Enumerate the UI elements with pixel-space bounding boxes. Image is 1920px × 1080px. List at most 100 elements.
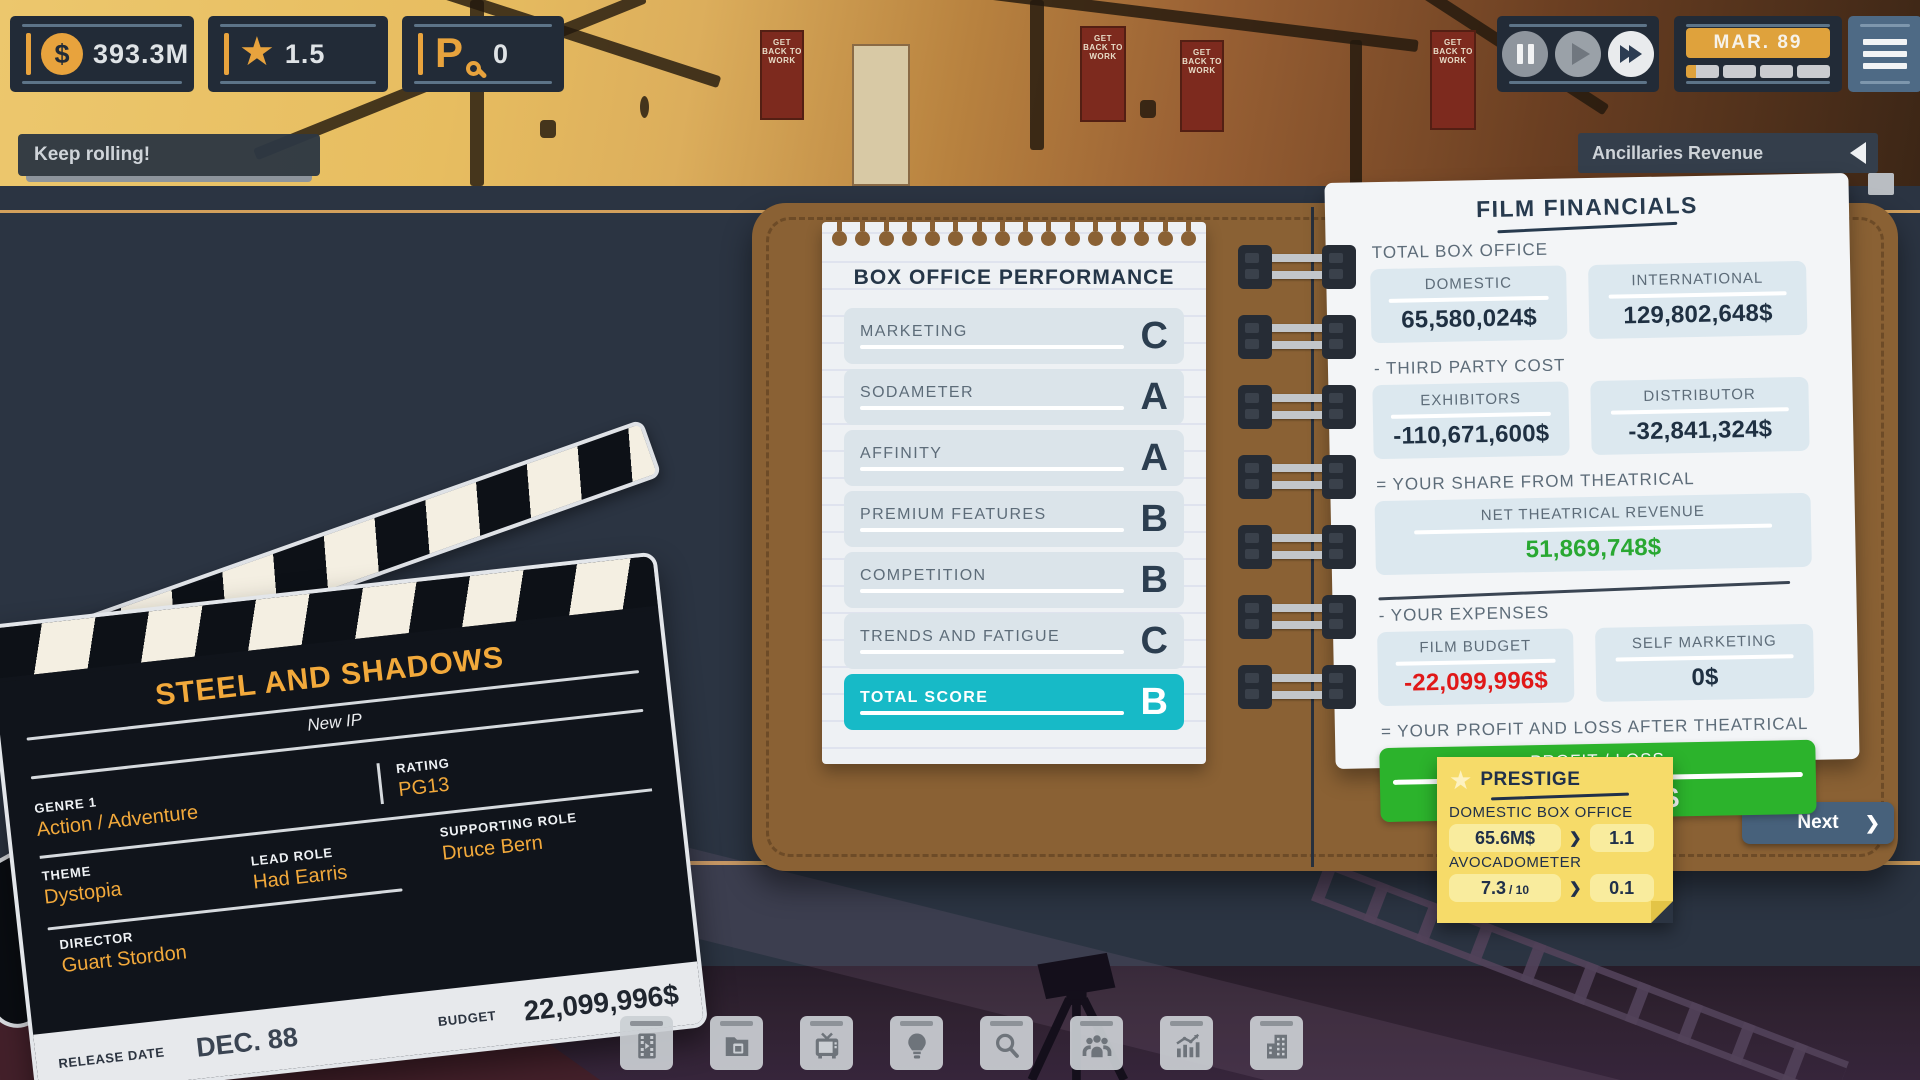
playback-controls — [1497, 16, 1659, 92]
exhibitors-label: EXHIBITORS — [1420, 390, 1522, 410]
search-icon — [995, 1033, 1019, 1058]
money-badge[interactable]: $ 393.3M — [10, 16, 194, 92]
film-budget-value: -22,099,996$ — [1403, 666, 1549, 697]
prestige-value: 1.5 — [284, 38, 326, 69]
badge-accent-bar — [224, 33, 229, 75]
binder-clip — [1238, 455, 1356, 499]
panel-scroll-thumb[interactable] — [1868, 173, 1894, 195]
building-icon — [1266, 1034, 1287, 1059]
release-date-value: DEC. 88 — [194, 1021, 300, 1063]
stats-button[interactable] — [1160, 1016, 1213, 1070]
self-marketing-value: 0$ — [1691, 663, 1719, 692]
tv-icon — [815, 1032, 838, 1059]
distributor-value: -32,841,324$ — [1628, 415, 1773, 446]
money-value: 393.3M — [93, 38, 190, 69]
ancillaries-revenue-header[interactable]: Ancillaries Revenue — [1578, 133, 1878, 173]
pause-button[interactable] — [1502, 31, 1548, 77]
play-button[interactable] — [1555, 31, 1601, 77]
backlot-poster: GET BACK TO WORK — [1080, 26, 1126, 122]
ancillaries-revenue-label: Ancillaries Revenue — [1592, 142, 1764, 163]
net-theatrical-card: NET THEATRICAL REVENUE 51,869,748$ — [1374, 492, 1812, 576]
month-progress-segment — [1686, 65, 1719, 78]
spiral-holes — [832, 222, 1196, 246]
archive-button[interactable] — [710, 1016, 763, 1070]
backlot-poster: GET BACK TO WORK — [1430, 30, 1476, 130]
dollar-coin-icon: $ — [41, 33, 83, 75]
film-financials-panel: FILM FINANCIALS TOTAL BOX OFFICE DOMESTI… — [1324, 173, 1860, 823]
fast-forward-button[interactable] — [1608, 31, 1654, 77]
clapper-board: STEEL AND SHADOWS New IP GENRE 1 Action … — [0, 551, 709, 1080]
game-screen: GET BACK TO WORK GET BACK TO WORK GET BA… — [0, 0, 1920, 1080]
total-box-office-label: TOTAL BOX OFFICE — [1371, 239, 1549, 263]
scorecard-title: BOX OFFICE PERFORMANCE — [853, 266, 1175, 289]
prestige-row-gain: 0.1 — [1589, 874, 1654, 902]
chevron-right-icon: ❯ — [1569, 880, 1582, 897]
month-progress-segment — [1723, 65, 1756, 78]
month-progress-segment — [1760, 65, 1793, 78]
self-marketing-label: SELF MARKETING — [1631, 632, 1777, 653]
badge-accent-bar — [26, 33, 31, 75]
box-office-scorecard: BOX OFFICE PERFORMANCE MARKETING C SODAM… — [822, 222, 1206, 764]
ideas-button[interactable] — [890, 1016, 943, 1070]
chart-icon — [1175, 1033, 1199, 1058]
distributor-card: DISTRIBUTOR -32,841,324$ — [1590, 376, 1810, 456]
hamburger-icon — [1848, 16, 1920, 92]
score-label: SODAMETER — [860, 384, 1141, 410]
left-triangle-icon — [1850, 142, 1866, 164]
badge-accent-bar — [418, 33, 423, 75]
financials-divider — [1378, 580, 1791, 601]
binder-clip — [1238, 315, 1356, 359]
share-label: = YOUR SHARE FROM THEATRICAL — [1376, 469, 1695, 495]
film-budget-card: FILM BUDGET -22,099,996$ — [1377, 628, 1575, 707]
prestige-row-label: DOMESTIC BOX OFFICE — [1449, 804, 1633, 821]
tv-button[interactable] — [800, 1016, 853, 1070]
truss-beam — [861, 0, 1419, 53]
star-icon: ★ — [239, 30, 275, 74]
research-value: 0 — [493, 38, 510, 69]
pnl-label: = YOUR PROFIT AND LOSS AFTER THEATRICAL — [1380, 713, 1809, 742]
truss-post — [1030, 0, 1044, 150]
international-value: 129,802,648$ — [1623, 299, 1773, 330]
international-label: INTERNATIONAL — [1631, 269, 1764, 290]
staff-button[interactable] — [1070, 1016, 1123, 1070]
scorecard-row: AFFINITY A — [844, 430, 1184, 486]
score-label: TOTAL SCORE — [860, 689, 1141, 715]
score-label: TRENDS AND FATIGUE — [860, 628, 1141, 654]
research-button[interactable] — [980, 1016, 1033, 1070]
scorecard-row: SODAMETER A — [844, 369, 1184, 425]
scorecard-row: TRENDS AND FATIGUE C — [844, 613, 1184, 669]
bottom-toolbar — [620, 1016, 1303, 1070]
research-magnifier-icon: P — [433, 28, 483, 80]
studio-button[interactable] — [1250, 1016, 1303, 1070]
binder-clip — [1238, 525, 1356, 569]
prestige-badge[interactable]: ★ 1.5 — [208, 16, 388, 92]
prestige-row-value: 65.6M$ — [1449, 824, 1561, 852]
exhibitors-card: EXHIBITORS -110,671,600$ — [1372, 381, 1570, 460]
film-projects-button[interactable] — [620, 1016, 673, 1070]
financials-title: FILM FINANCIALS — [1475, 191, 1699, 223]
domestic-label: DOMESTIC — [1424, 274, 1513, 294]
net-theatrical-label: NET THEATRICAL REVENUE — [1480, 502, 1705, 525]
binder-clip — [1238, 385, 1356, 429]
score-grade: C — [1140, 315, 1168, 357]
research-badge[interactable]: P 0 — [402, 16, 564, 92]
score-grade: A — [1140, 437, 1168, 479]
score-label: AFFINITY — [860, 445, 1141, 471]
scorecard-row: MARKETING C — [844, 308, 1184, 364]
scorecard-row: PREMIUM FEATURES B — [844, 491, 1184, 547]
stage-light — [1140, 100, 1156, 118]
people-icon — [1082, 1035, 1111, 1058]
menu-button[interactable] — [1848, 16, 1920, 92]
domestic-value: 65,580,024$ — [1400, 304, 1538, 334]
score-label: PREMIUM FEATURES — [860, 506, 1141, 532]
prestige-row-label: AVOCADOMETER — [1449, 854, 1582, 871]
month-progress-segment — [1797, 65, 1830, 78]
score-grade: B — [1140, 681, 1168, 723]
backlot-poster: GET BACK TO WORK — [1180, 40, 1224, 132]
date-widget: MAR. 89 — [1674, 16, 1842, 92]
binder-clip — [1238, 595, 1356, 639]
prestige-row-gain: 1.1 — [1589, 824, 1654, 852]
toast-text: Keep rolling! — [34, 144, 151, 165]
stage-light — [540, 120, 556, 138]
film-clapperboard: STEEL AND SHADOWS New IP GENRE 1 Action … — [0, 180, 780, 1080]
